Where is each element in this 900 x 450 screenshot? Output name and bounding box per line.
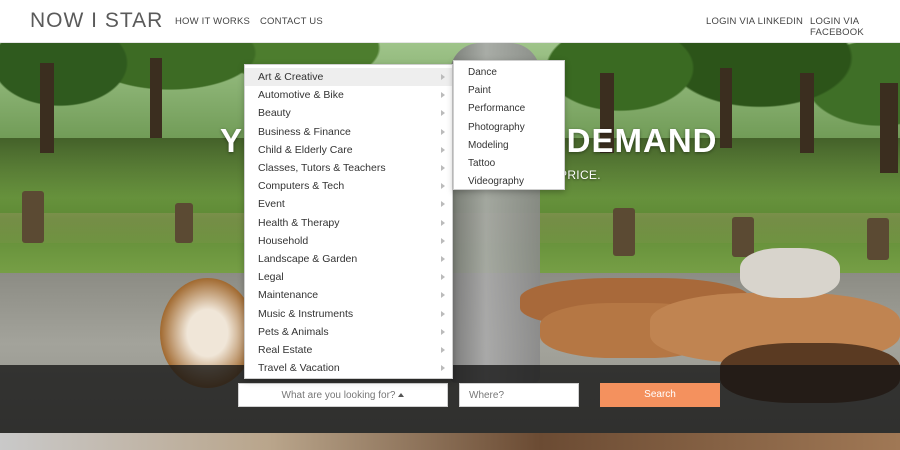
subcategory-item[interactable]: Paint [454,82,564,100]
tree-trunk [150,58,162,138]
hero-headline-left: Y [220,122,244,159]
chevron-right-icon [441,110,445,117]
site-logo[interactable]: NOW I STAR [30,9,163,33]
category-label: Art & Creative [258,71,324,83]
what-placeholder: What are you looking for? [281,390,396,401]
category-item[interactable]: Business & Finance [245,123,452,141]
category-item[interactable]: Travel & Vacation [245,359,452,377]
category-item[interactable]: Legal [245,268,452,286]
hero-bottom-photo-strip [0,433,900,450]
search-button[interactable]: Search [600,383,720,407]
category-item[interactable]: Art & Creative [245,68,452,86]
wooden-post [613,208,635,256]
category-label: Landscape & Garden [258,253,358,265]
chevron-right-icon [441,74,445,80]
category-dropdown-menu: Art & Creative Automotive & Bike Beauty Bus… [244,64,453,379]
category-label: Beauty [258,107,291,120]
wooden-post [867,218,889,260]
category-label: Child & Elderly Care [258,143,353,156]
chevron-right-icon [441,146,445,153]
login-linkedin-link[interactable]: LOGIN VIA LINKEDIN [706,16,803,27]
category-item[interactable]: Beauty [245,104,452,122]
tree-trunk [800,73,814,153]
category-item[interactable]: Landscape & Garden [245,250,452,268]
nav-contact-us[interactable]: CONTACT US [260,16,323,27]
category-item[interactable]: Music & Instruments [245,305,452,323]
category-label: Household [258,234,309,247]
chevron-right-icon [441,128,445,135]
caret-up-icon [398,393,405,397]
category-label: Travel & Vacation [258,362,340,375]
nav-how-it-works[interactable]: HOW IT WORKS [175,16,250,27]
where-input[interactable]: Where? [459,383,579,407]
subcategory-item[interactable]: Videography [454,173,564,191]
tree-trunk [880,83,898,173]
chevron-right-icon [441,310,445,317]
login-facebook-link[interactable]: LOGIN VIA FACEBOOK [810,16,900,38]
category-item[interactable]: Household [245,232,452,250]
category-item[interactable]: Classes, Tutors & Teachers [245,159,452,177]
category-label: Computers & Tech [258,180,345,193]
category-item[interactable]: Automotive & Bike [245,86,452,104]
dog [740,248,840,298]
chevron-right-icon [441,328,445,335]
chevron-right-icon [441,219,445,226]
chevron-right-icon [441,237,445,244]
category-item[interactable]: Event [245,195,452,213]
chevron-right-icon [441,201,445,208]
category-item[interactable]: Maintenance [245,286,452,304]
category-label: Real Estate [258,344,313,356]
chevron-right-icon [441,256,445,262]
subcategory-item[interactable]: Performance [454,100,564,118]
subcategory-item[interactable]: Photography [454,119,564,137]
chevron-right-icon [441,292,445,299]
tree-trunk [40,63,54,153]
chevron-right-icon [441,347,445,353]
wooden-post [22,191,44,243]
category-item[interactable]: Health & Therapy [245,214,452,232]
category-label: Pets & Animals [258,325,329,338]
wooden-post [732,217,754,257]
chevron-right-icon [441,365,445,372]
category-item[interactable]: Pets & Animals [245,323,452,341]
category-label: Automotive & Bike [258,89,344,102]
category-label: Maintenance [258,289,319,302]
top-navigation-bar: NOW I STAR HOW IT WORKS CONTACT US LOGIN… [0,0,900,43]
category-item[interactable]: Real Estate [245,341,452,359]
chevron-right-icon [441,274,445,281]
chevron-right-icon [441,183,445,190]
chevron-right-icon [441,165,445,171]
category-item[interactable]: Child & Elderly Care [245,141,452,159]
category-label: Music & Instruments [258,307,354,320]
category-label: Business & Finance [258,125,351,138]
chevron-right-icon [441,92,445,99]
category-item[interactable]: Computers & Tech [245,177,452,195]
category-label: Event [258,198,285,211]
tree-trunk [720,68,732,148]
subcategory-flyout-menu: Dance Paint Performance Photography Modeling… [453,60,565,190]
wooden-post [175,203,193,243]
subcategory-item[interactable]: Dance [454,64,564,82]
subcategory-item[interactable]: Tattoo [454,155,564,173]
category-label: Classes, Tutors & Teachers [258,162,386,174]
what-search-dropdown[interactable]: What are you looking for? [238,383,448,407]
subcategory-item[interactable]: Modeling [454,137,564,155]
category-label: Legal [258,271,284,284]
category-label: Health & Therapy [258,216,340,229]
